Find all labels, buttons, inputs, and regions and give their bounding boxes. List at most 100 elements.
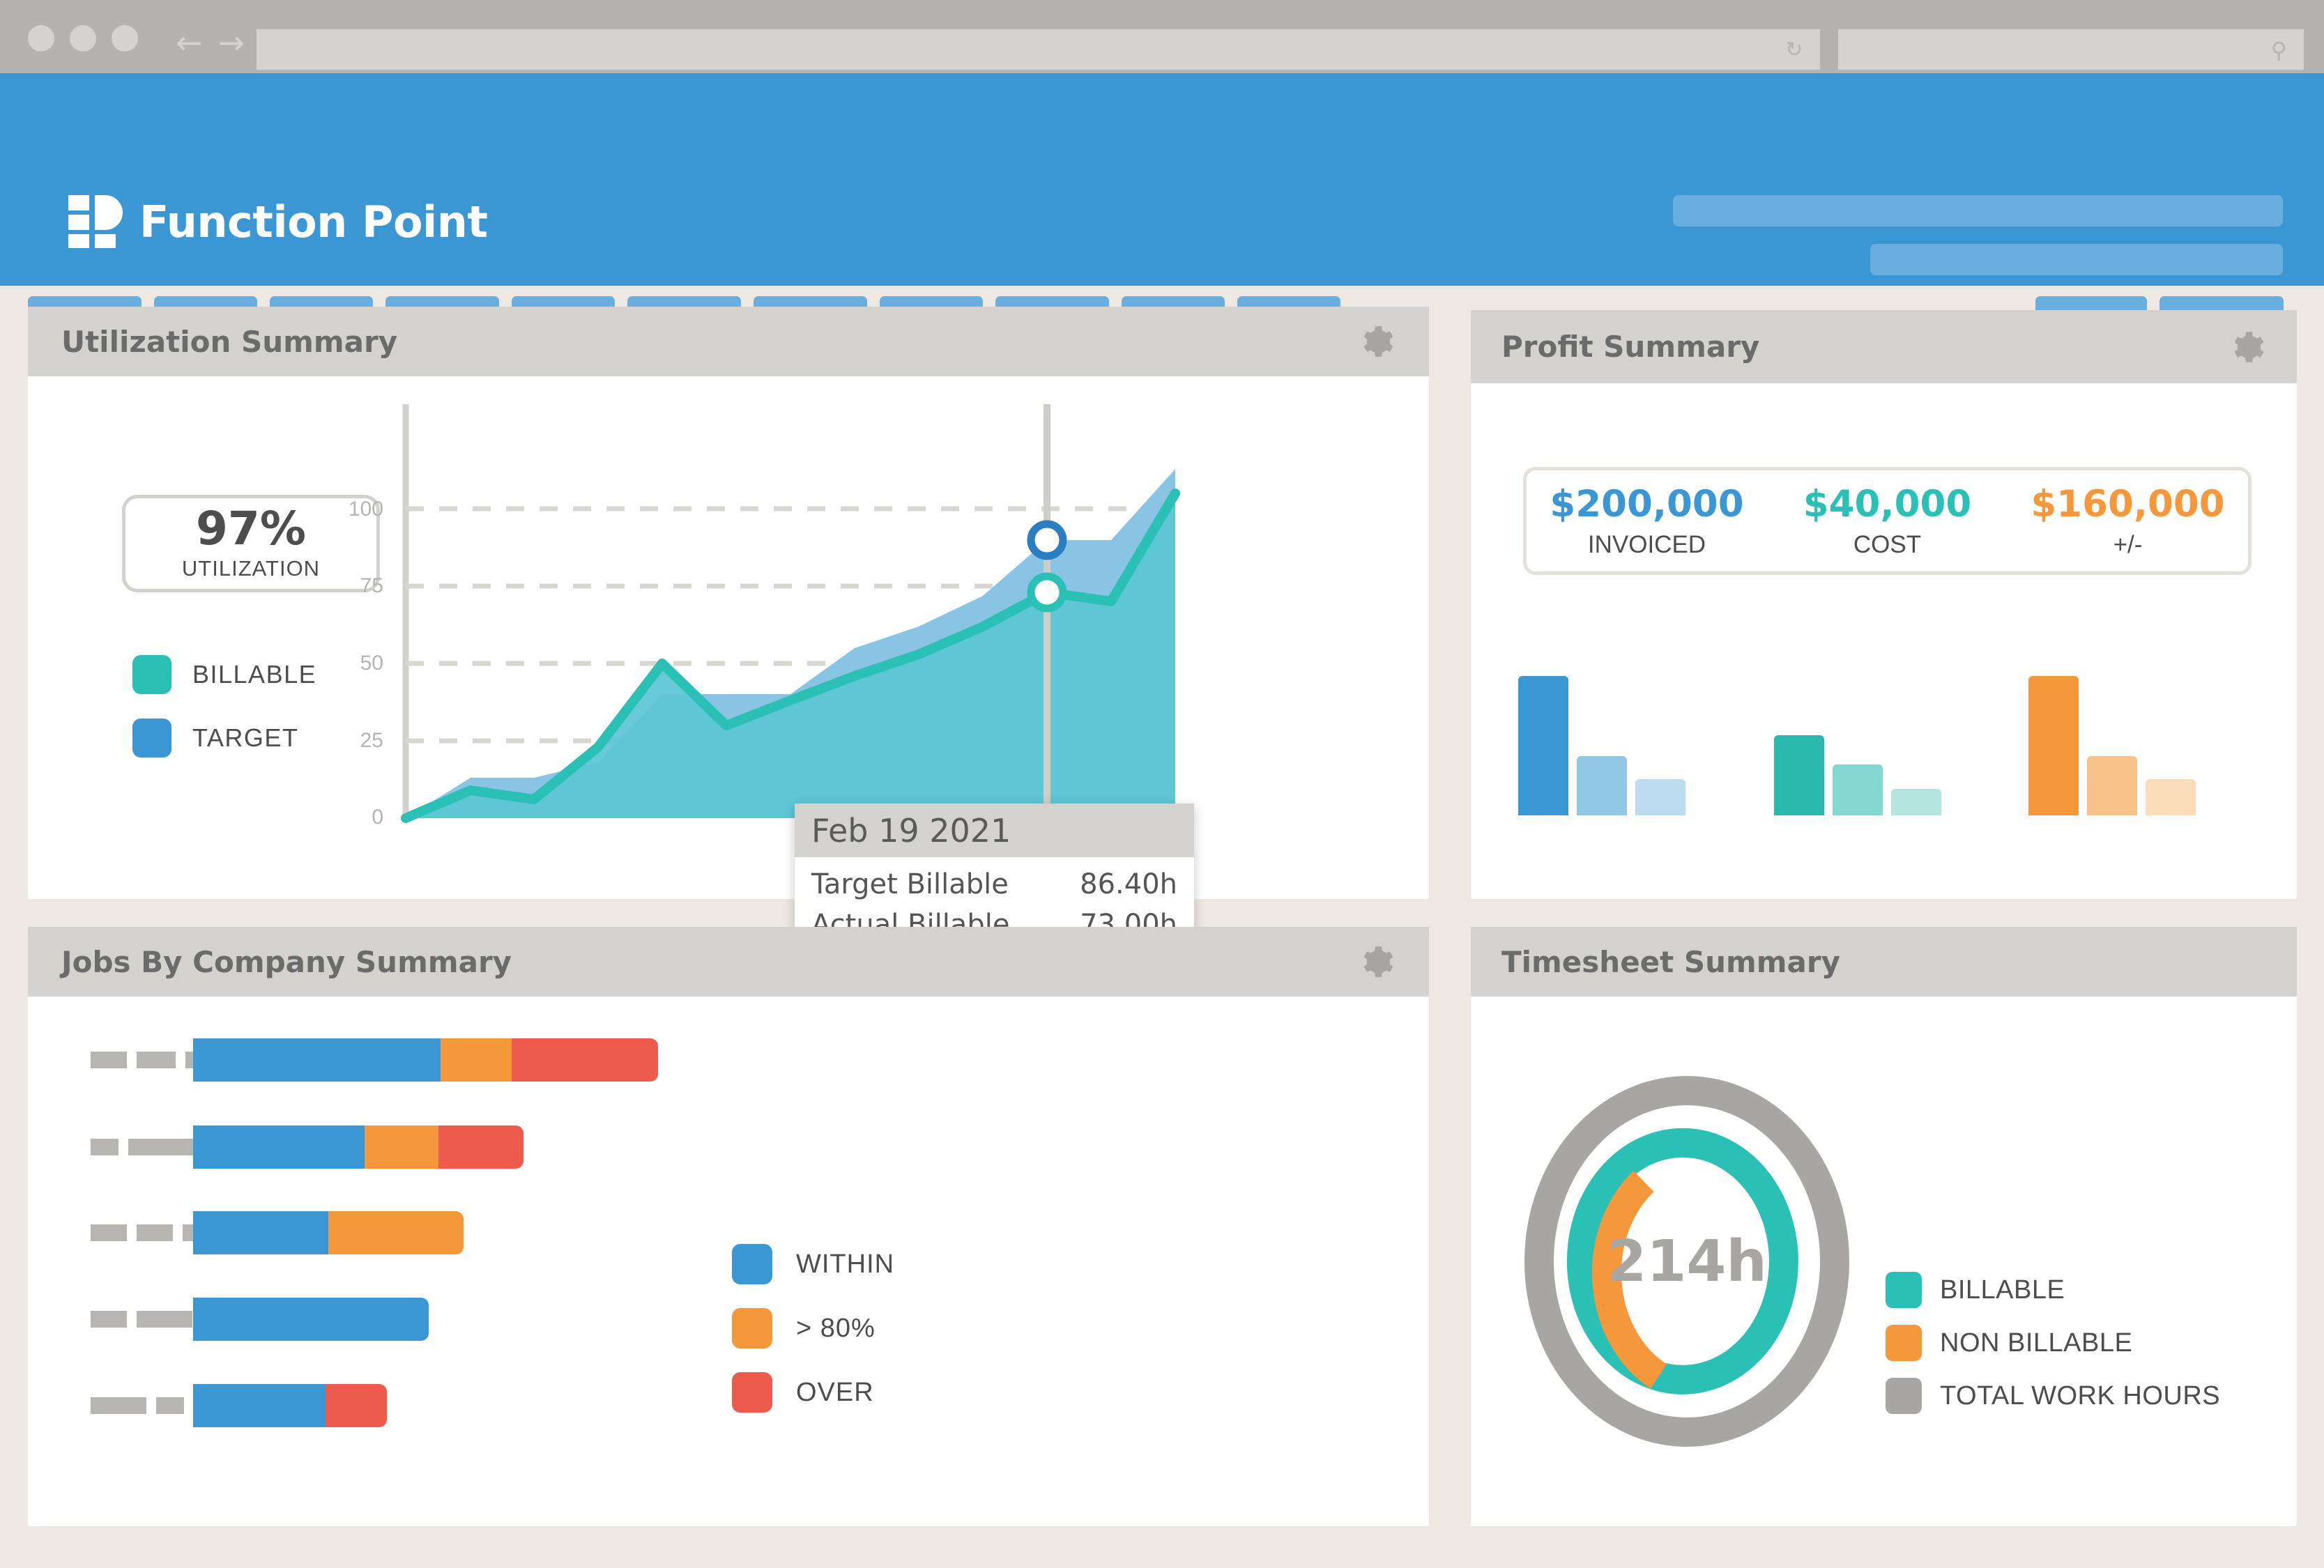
legend-item-total-work-hours[interactable]: TOTAL WORK HOURS <box>1886 1378 2220 1414</box>
legend-item-non-billable[interactable]: NON BILLABLE <box>1886 1325 2220 1361</box>
y-tick-25: 25 <box>321 729 383 753</box>
y-tick-75: 75 <box>321 574 383 598</box>
legend-swatch-non-billable <box>1886 1325 1922 1361</box>
stat-invoiced-label: INVOICED <box>1527 531 1767 559</box>
utilization-panel-title: Utilization Summary <box>61 325 397 359</box>
legend-swatch-total-work-hours <box>1886 1378 1922 1414</box>
legend-swatch-billable <box>132 655 171 694</box>
legend-swatch-over-80 <box>732 1308 772 1348</box>
legend-item-billable[interactable]: BILLABLE <box>132 655 316 694</box>
gear-icon[interactable] <box>1358 323 1396 360</box>
bar-invoiced-1 <box>1518 676 1568 815</box>
stacked-bar[interactable] <box>193 1211 464 1254</box>
search-icon: ⚲ <box>2271 38 2287 63</box>
jobs-panel-header: Jobs By Company Summary <box>28 927 1429 997</box>
stat-invoiced-value: $200,000 <box>1527 484 1767 525</box>
gear-icon[interactable] <box>2229 328 2266 366</box>
stacked-bar[interactable] <box>193 1384 387 1427</box>
header-placeholder-bar-1 <box>1673 195 2283 226</box>
legend-item-within[interactable]: WITHIN <box>732 1244 894 1284</box>
legend-item-target[interactable]: TARGET <box>132 718 316 758</box>
stat-cost-value: $40,000 <box>1767 484 2008 525</box>
reload-icon[interactable]: ↻ <box>1782 39 1806 63</box>
browser-chrome: ← → ↻ ⚲ <box>0 0 2324 73</box>
jobs-panel-title: Jobs By Company Summary <box>61 945 512 979</box>
y-tick-0: 0 <box>321 806 383 829</box>
jobs-legend: WITHIN > 80% OVER <box>732 1244 894 1436</box>
profit-panel-body: $200,000 INVOICED $40,000 COST $160,000 … <box>1471 383 2297 899</box>
stacked-bar[interactable] <box>193 1038 658 1082</box>
browser-nav-arrows: ← → <box>176 31 245 54</box>
function-point-logo-icon <box>68 195 123 248</box>
stat-cost: $40,000 COST <box>1767 484 2008 559</box>
timesheet-summary-panel: Timesheet Summary 214h <box>1471 927 2297 1526</box>
timesheet-donut-chart: 214h <box>1506 1063 1868 1460</box>
legend-label-over: OVER <box>796 1378 874 1408</box>
y-tick-50: 50 <box>321 652 383 675</box>
url-input[interactable]: ↻ <box>257 29 1820 70</box>
tooltip-date: Feb 19 2021 <box>811 812 1011 850</box>
legend-item-over-80[interactable]: > 80% <box>732 1308 894 1348</box>
stat-difference-label: +/- <box>2008 531 2248 559</box>
stacked-bar[interactable] <box>193 1298 429 1341</box>
brand-logo[interactable]: Function Point <box>68 195 488 248</box>
brand-name: Function Point <box>139 197 488 247</box>
forward-icon[interactable]: → <box>218 31 245 54</box>
back-icon[interactable]: ← <box>176 31 203 54</box>
legend-label-total-work-hours: TOTAL WORK HOURS <box>1940 1381 2220 1411</box>
stat-cost-label: COST <box>1767 531 2008 559</box>
profit-bar-chart <box>1471 606 2297 815</box>
legend-item-billable[interactable]: BILLABLE <box>1886 1272 2220 1308</box>
y-tick-100: 100 <box>321 498 383 521</box>
legend-label-billable: BILLABLE <box>1940 1275 2065 1305</box>
legend-label-non-billable: NON BILLABLE <box>1940 1328 2132 1358</box>
legend-label-over-80: > 80% <box>796 1314 876 1344</box>
profit-summary-panel: Profit Summary $200,000 INVOICED $40,000… <box>1471 310 2297 899</box>
profit-panel-header: Profit Summary <box>1471 310 2297 383</box>
legend-swatch-billable <box>1886 1272 1922 1308</box>
bar-invoiced-3 <box>1635 779 1685 815</box>
bar-invoiced-2 <box>1577 756 1627 815</box>
stat-difference-value: $160,000 <box>2008 484 2248 525</box>
bar-cost-3 <box>1891 789 1941 815</box>
tooltip-value-target: 86.40h <box>1080 864 1177 905</box>
bar-difference-1 <box>2028 676 2079 815</box>
header-placeholder-bar-2 <box>1870 244 2283 275</box>
donut-value: 214h <box>1607 1229 1767 1295</box>
legend-swatch-over <box>732 1372 772 1413</box>
tooltip-label-target: Target Billable <box>811 864 1009 905</box>
utilization-summary-panel: Utilization Summary 97% UTILIZATION BILL… <box>28 307 1429 899</box>
target-point-marker <box>1031 524 1063 556</box>
gear-icon[interactable] <box>1358 943 1396 981</box>
dashboard-screenshot: ← → ↻ ⚲ Function Point <box>0 0 2324 1568</box>
donut-center-label: 214h <box>1506 1063 1868 1460</box>
stat-invoiced: $200,000 INVOICED <box>1527 484 1767 559</box>
timesheet-panel-body: 214h BILLABLE NON BILLABLE TOTAL WORK HO… <box>1471 997 2297 1526</box>
window-controls <box>28 25 138 52</box>
bar-cost-2 <box>1833 764 1883 815</box>
timesheet-panel-header: Timesheet Summary <box>1471 927 2297 997</box>
stacked-bar[interactable] <box>193 1125 523 1169</box>
legend-label-billable: BILLABLE <box>192 660 316 689</box>
jobs-by-company-panel: Jobs By Company Summary <box>28 927 1429 1526</box>
bar-difference-2 <box>2087 756 2137 815</box>
billable-point-marker <box>1031 576 1063 608</box>
utilization-panel-header: Utilization Summary <box>28 307 1429 376</box>
tooltip-header: Feb 19 2021 <box>795 804 1194 857</box>
legend-swatch-target <box>132 718 171 758</box>
bar-cost-1 <box>1774 735 1824 815</box>
profit-panel-title: Profit Summary <box>1501 330 1759 364</box>
profit-stats: $200,000 INVOICED $40,000 COST $160,000 … <box>1523 467 2252 575</box>
legend-swatch-within <box>732 1244 772 1284</box>
stat-difference: $160,000 +/- <box>2008 484 2248 559</box>
bar-difference-3 <box>2146 779 2196 815</box>
maximize-dot[interactable] <box>112 25 138 52</box>
legend-label-target: TARGET <box>192 723 298 753</box>
legend-label-within: WITHIN <box>796 1250 894 1279</box>
minimize-dot[interactable] <box>70 25 96 52</box>
browser-search-input[interactable]: ⚲ <box>1838 29 2304 70</box>
close-dot[interactable] <box>28 25 54 52</box>
app-header: Function Point <box>0 73 2324 286</box>
utilization-panel-body: 97% UTILIZATION BILLABLE TARGET 100 75 5… <box>28 376 1429 899</box>
legend-item-over[interactable]: OVER <box>732 1372 894 1413</box>
